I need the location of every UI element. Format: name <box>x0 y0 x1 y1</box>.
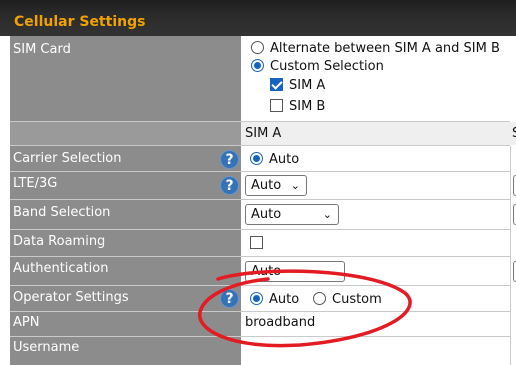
annotation-ellipse <box>198 269 412 348</box>
